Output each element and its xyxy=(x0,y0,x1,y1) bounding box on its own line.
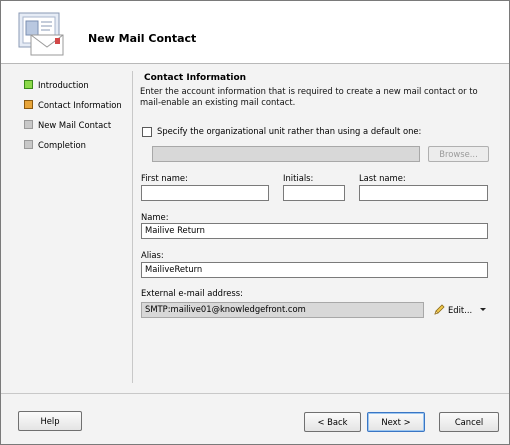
nav-step-label: Completion xyxy=(38,140,86,150)
nav-step-label: New Mail Contact xyxy=(38,120,112,130)
nav-step-introduction[interactable]: Introduction xyxy=(23,75,123,95)
help-button[interactable]: Help xyxy=(18,411,82,431)
nav-step-contact-information[interactable]: Contact Information xyxy=(23,95,123,115)
initials-field[interactable] xyxy=(283,185,345,201)
last-name-field[interactable] xyxy=(359,185,488,201)
header-divider xyxy=(1,63,509,64)
external-email-label: External e-mail address: xyxy=(141,288,243,298)
wizard-title: New Mail Contact xyxy=(88,32,197,45)
alias-label: Alias: xyxy=(141,250,164,260)
nav-step-label: Introduction xyxy=(38,80,89,90)
wizard-step-list: Introduction Contact Information New Mai… xyxy=(23,75,123,155)
next-button[interactable]: Next > xyxy=(367,412,425,432)
nav-step-new-mail-contact[interactable]: New Mail Contact xyxy=(23,115,123,135)
initials-label: Initials: xyxy=(283,173,314,183)
first-name-field[interactable] xyxy=(141,185,269,201)
step-pending-icon xyxy=(24,140,33,149)
ou-path-field[interactable] xyxy=(152,146,420,162)
footer-divider xyxy=(1,393,509,394)
section-description: Enter the account information that is re… xyxy=(140,86,478,107)
step-complete-icon xyxy=(24,80,33,89)
name-field[interactable]: Mailive Return xyxy=(141,223,488,239)
external-email-field[interactable]: SMTP:mailive01@knowledgefront.com xyxy=(141,302,424,318)
nav-step-label: Contact Information xyxy=(38,100,122,110)
content-divider xyxy=(132,71,133,383)
edit-button[interactable]: Edit... xyxy=(448,305,472,315)
alias-field[interactable]: MailiveReturn xyxy=(141,262,488,278)
back-button[interactable]: < Back xyxy=(304,412,361,432)
step-current-icon xyxy=(24,100,33,109)
cancel-button[interactable]: Cancel xyxy=(439,412,499,432)
nav-step-completion[interactable]: Completion xyxy=(23,135,123,155)
last-name-label: Last name: xyxy=(359,173,406,183)
pencil-icon[interactable] xyxy=(433,304,445,316)
wizard-header: New Mail Contact xyxy=(1,1,509,63)
ou-checkbox-label[interactable]: Specify the organizational unit rather t… xyxy=(157,126,421,136)
ou-checkbox[interactable] xyxy=(142,127,152,137)
name-label: Name: xyxy=(141,212,169,222)
chevron-down-icon[interactable] xyxy=(480,308,486,311)
mail-contact-icon xyxy=(18,12,64,56)
browse-button[interactable]: Browse... xyxy=(428,146,489,162)
first-name-label: First name: xyxy=(141,173,188,183)
section-title: Contact Information xyxy=(144,73,247,83)
wizard-window: New Mail Contact Introduction Contact In… xyxy=(0,0,510,445)
step-pending-icon xyxy=(24,120,33,129)
